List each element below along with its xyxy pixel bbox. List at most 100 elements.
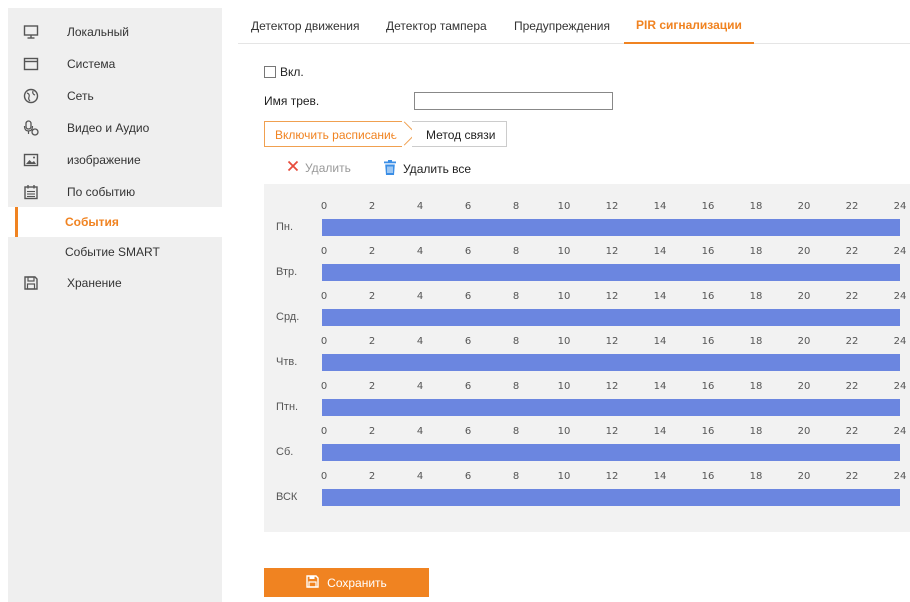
- schedule-day-label: Чтв.: [276, 356, 298, 368]
- schedule-day-bar[interactable]: [322, 354, 900, 371]
- schedule-tick-label: 20: [797, 246, 811, 257]
- sidebar-item-system[interactable]: Система: [8, 49, 222, 79]
- schedule-tick-label: 8: [512, 426, 520, 437]
- schedule-tick-label: 18: [749, 381, 763, 392]
- sidebar-item-label: Сеть: [67, 89, 94, 103]
- sidebar-item-storage[interactable]: Хранение: [8, 268, 222, 298]
- sidebar-item-local[interactable]: Локальный: [8, 17, 222, 47]
- schedule-tick-label: 18: [749, 336, 763, 347]
- schedule-tick-label: 14: [653, 201, 667, 212]
- sidebar-item-label: Локальный: [67, 25, 129, 39]
- tab-arming-schedule[interactable]: Включить расписание: [264, 121, 402, 147]
- tab-linkage-method-label: Метод связи: [426, 128, 496, 142]
- schedule-tick-label: 20: [797, 336, 811, 347]
- delete-all-button[interactable]: Удалить все: [383, 160, 471, 178]
- schedule-tick-label: 2: [368, 246, 376, 257]
- schedule-tick-label: 10: [557, 426, 571, 437]
- enable-label: Вкл.: [280, 65, 304, 79]
- schedule-day-bar[interactable]: [322, 444, 900, 461]
- active-tab-indicator: [624, 42, 754, 44]
- schedule-tick-label: 6: [464, 426, 472, 437]
- schedule-tick-label: 6: [464, 471, 472, 482]
- schedule-tick-label: 2: [368, 381, 376, 392]
- alarm-name-input[interactable]: [414, 92, 613, 110]
- schedule-tick-label: 14: [653, 471, 667, 482]
- tab-exceptions[interactable]: Предупреждения: [514, 19, 610, 33]
- globe-icon: [23, 88, 39, 104]
- schedule-day-label: Птн.: [276, 401, 299, 413]
- schedule-day-bar[interactable]: [322, 309, 900, 326]
- schedule-tick-label: 4: [416, 426, 424, 437]
- sidebar-item-network[interactable]: Сеть: [8, 81, 222, 111]
- schedule-tick-label: 8: [512, 471, 520, 482]
- tab-linkage-method[interactable]: Метод связи: [412, 121, 507, 147]
- schedule-tick-label: 4: [416, 381, 424, 392]
- tab-tamper-detection[interactable]: Детектор тампера: [386, 19, 487, 33]
- schedule-tick-label: 16: [701, 471, 715, 482]
- schedule-day-label: Пн.: [276, 221, 294, 233]
- schedule-tick-label: 4: [416, 201, 424, 212]
- schedule-tick-label: 10: [557, 336, 571, 347]
- schedule-tick-label: 24: [893, 381, 907, 392]
- schedule-tick-label: 16: [701, 381, 715, 392]
- schedule-tick-label: 0: [320, 336, 328, 347]
- sidebar-item-label: Событие SMART: [65, 245, 160, 259]
- schedule-tick-label: 16: [701, 426, 715, 437]
- schedule-tick-label: 20: [797, 471, 811, 482]
- schedule-day-bar[interactable]: [322, 219, 900, 236]
- sidebar-item-image[interactable]: изображение: [8, 145, 222, 175]
- delete-all-button-label: Удалить все: [403, 162, 472, 176]
- schedule-tick-label: 10: [557, 246, 571, 257]
- schedule-tick-label: 6: [464, 201, 472, 212]
- schedule-tick-label: 6: [464, 291, 472, 302]
- schedule-day-label: ВСК: [276, 491, 298, 503]
- tab-motion-detection[interactable]: Детектор движения: [251, 19, 359, 33]
- schedule-day-bar[interactable]: [322, 399, 900, 416]
- sidebar-item-events[interactable]: По событию: [8, 177, 222, 207]
- schedule-tick-label: 12: [605, 336, 619, 347]
- schedule-tick-label: 6: [464, 246, 472, 257]
- schedule-tick-label: 8: [512, 246, 520, 257]
- schedule-tick-label: 2: [368, 291, 376, 302]
- schedule-tick-label: 14: [653, 381, 667, 392]
- sidebar-item-basic-events[interactable]: События: [8, 207, 222, 237]
- schedule-tick-label: 24: [893, 336, 907, 347]
- trash-icon: [383, 160, 397, 178]
- schedule-tick-label: 22: [845, 471, 859, 482]
- image-icon: [23, 152, 39, 168]
- schedule-tick-label: 24: [893, 291, 907, 302]
- schedule-tick-label: 18: [749, 426, 763, 437]
- schedule-tick-label: 10: [557, 471, 571, 482]
- schedule-tick-label: 8: [512, 291, 520, 302]
- schedule-tick-label: 18: [749, 471, 763, 482]
- schedule-day-bar[interactable]: [322, 264, 900, 281]
- sidebar-item-video-audio[interactable]: Видео и Аудио: [8, 113, 222, 143]
- sidebar-item-label: Хранение: [67, 276, 122, 290]
- schedule-tick-label: 18: [749, 246, 763, 257]
- enable-checkbox[interactable]: [264, 66, 276, 78]
- schedule-tick-label: 14: [653, 426, 667, 437]
- schedule-tick-label: 14: [653, 246, 667, 257]
- schedule-tick-label: 16: [701, 336, 715, 347]
- monitor-icon: [23, 24, 39, 40]
- sidebar-item-smart-events[interactable]: Событие SMART: [8, 237, 222, 267]
- schedule-tick-label: 0: [320, 291, 328, 302]
- delete-button[interactable]: Удалить: [287, 160, 351, 175]
- sidebar-item-label: По событию: [67, 185, 136, 199]
- schedule-tick-label: 12: [605, 291, 619, 302]
- sidebar-item-label: Система: [67, 57, 116, 71]
- close-icon: [287, 160, 299, 175]
- save-button[interactable]: Сохранить: [264, 568, 429, 597]
- schedule-tick-label: 2: [368, 336, 376, 347]
- tab-arming-schedule-label: Включить расписание: [275, 128, 398, 142]
- sidebar-item-label: События: [65, 215, 119, 229]
- schedule-tick-label: 6: [464, 336, 472, 347]
- tab-pir-alarm[interactable]: PIR сигнализации: [636, 18, 742, 32]
- schedule-day-label: Срд.: [276, 311, 300, 323]
- schedule-tick-label: 22: [845, 336, 859, 347]
- schedule-tick-label: 8: [512, 381, 520, 392]
- schedule-tick-label: 14: [653, 336, 667, 347]
- system-window-icon: [23, 56, 39, 72]
- schedule-day-bar[interactable]: [322, 489, 900, 506]
- schedule-tick-label: 24: [893, 201, 907, 212]
